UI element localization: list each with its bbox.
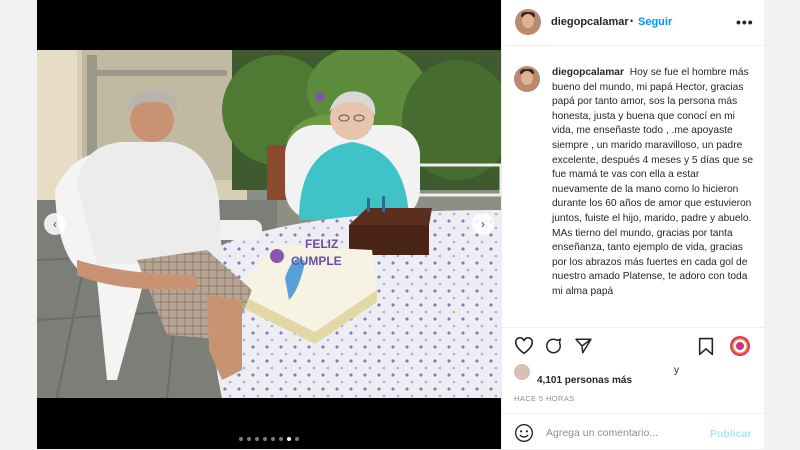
post-header: diegopcalamar • Seguir ••• <box>502 0 764 46</box>
more-options-icon[interactable]: ••• <box>736 14 754 30</box>
comment-bar: Publicar <box>502 413 764 450</box>
heart-icon[interactable] <box>514 337 534 355</box>
follow-button[interactable]: Seguir <box>638 16 672 28</box>
carousel-dot <box>271 437 275 441</box>
chevron-left-icon[interactable]: ‹ <box>44 213 66 235</box>
carousel-dot <box>295 437 299 441</box>
comment-icon[interactable] <box>544 337 563 355</box>
carousel-dot <box>239 437 243 441</box>
likes-partial: y <box>674 365 679 376</box>
avatar[interactable] <box>515 9 541 35</box>
separator-dot: • <box>630 16 634 26</box>
reel-badge-icon[interactable] <box>729 335 751 357</box>
bookmark-icon[interactable] <box>698 337 714 356</box>
carousel-dot <box>263 437 267 441</box>
caption-text-block: diegopcalamar Hoy se fue el hombre más b… <box>552 66 756 300</box>
action-bar <box>502 327 764 364</box>
comment-input[interactable] <box>546 424 696 442</box>
likes-count[interactable]: 4,101 personas más <box>537 375 632 386</box>
caption-username[interactable]: diegopcalamar <box>552 67 624 78</box>
liker-avatar[interactable] <box>514 364 530 380</box>
post-side-panel: diegopcalamar • Seguir ••• diegopcalamar… <box>501 0 764 449</box>
photo-carousel[interactable]: FELIZ CUMPLE ‹ › <box>37 0 501 449</box>
carousel-dot <box>279 437 283 441</box>
caption-avatar[interactable] <box>514 66 540 92</box>
carousel-dot <box>247 437 251 441</box>
header-username[interactable]: diegopcalamar <box>551 16 629 28</box>
caption-text: Hoy se fue el hombre más bueno del mundo… <box>552 67 754 297</box>
carousel-dot <box>255 437 259 441</box>
share-icon[interactable] <box>574 337 593 355</box>
chevron-right-icon[interactable]: › <box>472 213 494 235</box>
emoji-icon[interactable] <box>514 423 534 443</box>
post-photo: FELIZ CUMPLE <box>37 50 501 398</box>
cake-text-top: FELIZ <box>305 237 338 251</box>
carousel-indicator <box>37 437 501 441</box>
post-timestamp[interactable]: HACE 5 HORAS <box>514 394 575 403</box>
publish-button[interactable]: Publicar <box>710 428 751 440</box>
caption: diegopcalamar Hoy se fue el hombre más b… <box>514 62 756 327</box>
likes-row: y 4,101 personas más <box>514 364 754 386</box>
cake-text-bottom: CUMPLE <box>291 254 342 268</box>
carousel-dot-active <box>287 437 291 441</box>
